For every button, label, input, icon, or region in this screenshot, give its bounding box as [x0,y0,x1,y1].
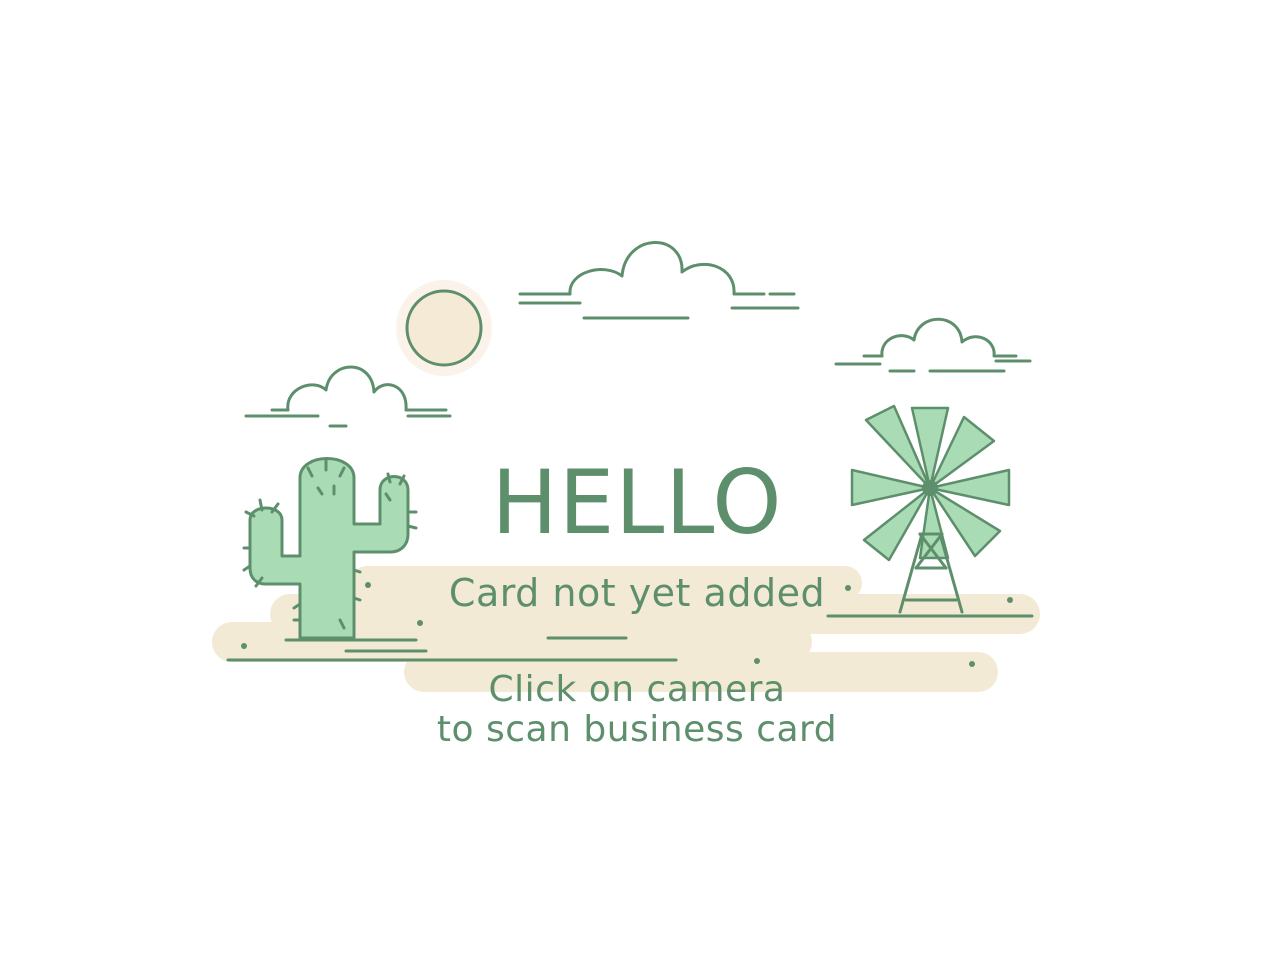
cloud-icon [834,317,1032,373]
empty-state-screen: HELLO Card not yet added Click on camera… [0,0,1274,980]
cloud-icon [518,241,800,320]
cloud-icon [244,365,452,428]
scan-instruction-line-1: Click on camera [488,669,786,710]
scan-instruction: Click on camera to scan business card [0,670,1274,750]
greeting-heading: HELLO [491,451,783,554]
scan-instruction-line-2: to scan business card [436,709,838,750]
empty-status-text: Card not yet added [448,571,826,615]
sun-icon [396,280,492,376]
